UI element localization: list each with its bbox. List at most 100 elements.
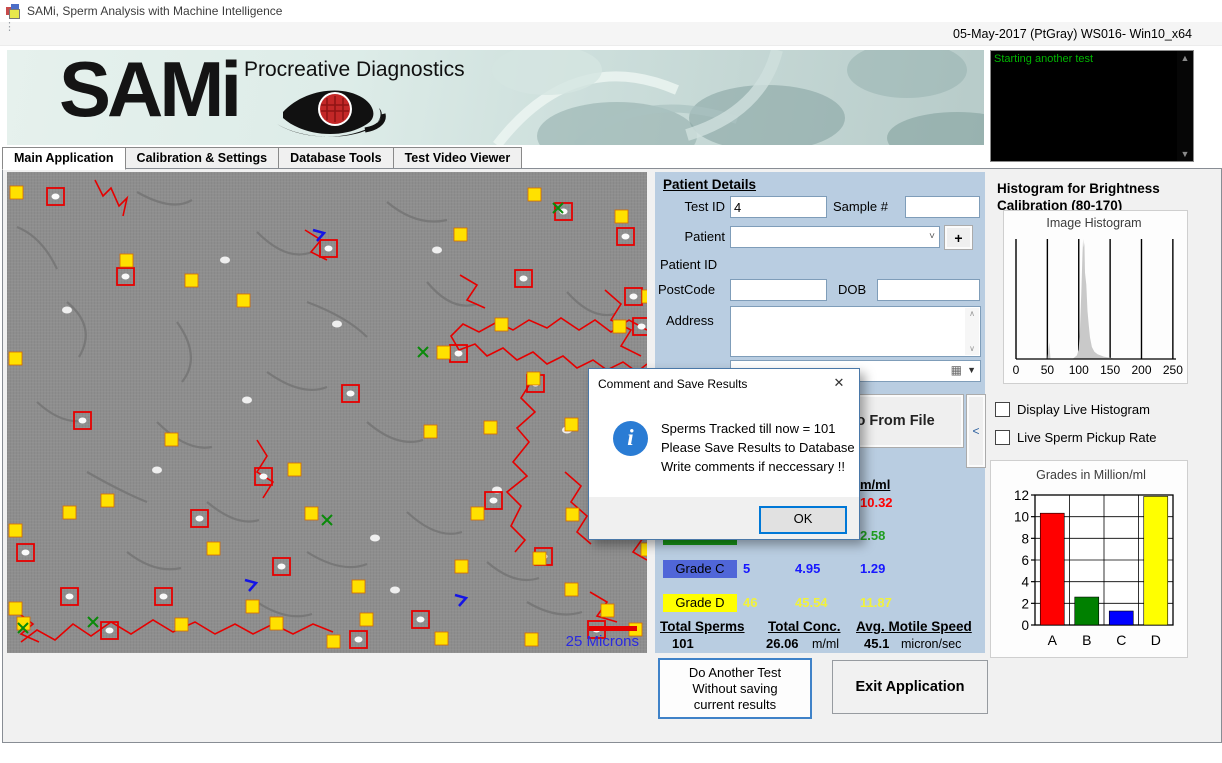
immotile-marker [305,507,318,520]
histogram-distribution [1016,239,1176,359]
display-live-histogram-row[interactable]: Display Live Histogram [995,402,1150,417]
brand-logo-text: SAMi [59,50,238,135]
add-patient-button[interactable]: + [944,225,973,250]
sample-input[interactable] [905,196,980,218]
sperm-tail [87,472,147,502]
console-scrollbar[interactable]: ▲ ▼ [1177,51,1193,161]
svg-text:Image Histogram: Image Histogram [1046,216,1141,230]
histogram-panel: Image Histogram050100150200250 [1003,210,1188,384]
immotile-marker [471,507,484,520]
logo-banner: SAMi Procreative Diagnostics [7,50,984,145]
button-line: current results [689,697,781,713]
sperm-head [220,257,230,264]
immotile-marker [9,524,22,537]
svg-text:200: 200 [1131,363,1151,377]
scale-bar [589,626,637,631]
sperm-head [490,498,498,504]
immotile-marker [207,542,220,555]
sperm-head [152,467,162,474]
sperm-tail [427,282,477,306]
address-textarea[interactable]: ∧ ∨ [730,306,981,357]
immotile-marker [533,552,546,565]
tab-database-tools[interactable]: Database Tools [279,147,393,169]
total-conc-value: 26.06 [766,636,799,651]
scroll-down-icon[interactable]: ∨ [965,343,979,355]
sperm-head [325,246,333,252]
sperm-head [417,617,425,623]
grade-bar-B [1075,597,1099,625]
scroll-up-icon[interactable]: ∧ [965,308,979,320]
dialog-title: Comment and Save Results [598,377,747,391]
sperm-head [520,276,528,282]
live-video-view: 25 Microns [7,172,647,653]
sperm-head [355,637,363,643]
sperm-head [278,564,286,570]
grade-row-cell: 1.29 [860,561,885,576]
immotile-marker [185,274,198,287]
total-conc-unit: m/ml [812,637,839,651]
immotile-marker [615,210,628,223]
do-another-test-button[interactable]: Do Another Test Without saving current r… [658,658,812,719]
sperm-tail [207,502,259,522]
test-id-input[interactable] [730,196,827,218]
grade-row-cell: 5 [743,561,750,576]
address-label: Address [666,313,714,328]
button-line: Do Another Test [689,665,781,681]
live-sperm-pickup-rate-row[interactable]: Live Sperm Pickup Rate [995,430,1156,445]
comment-save-dialog: Comment and Save Results ✕ i Sperms Trac… [588,368,860,540]
close-icon[interactable]: ✕ [819,369,859,397]
patient-label: Patient [660,229,725,244]
test-id-label: Test ID [655,199,725,214]
status-console[interactable]: Starting another test ▲ ▼ [990,50,1194,162]
ok-button[interactable]: OK [759,506,847,534]
svg-text:0: 0 [1013,363,1020,377]
tab-calibration-settings[interactable]: Calibration & Settings [126,147,280,169]
immotile-marker [352,580,365,593]
total-conc-label: Total Conc. [768,619,841,634]
immotile-marker [165,433,178,446]
immotile-marker [288,463,301,476]
avg-speed-label: Avg. Motile Speed [856,619,972,634]
checkbox-icon[interactable] [995,402,1010,417]
immotile-marker [9,602,22,615]
sperm-head [332,321,342,328]
calendar-icon[interactable]: ▦ [951,363,962,377]
scroll-down-icon[interactable]: ▼ [1177,147,1193,161]
checkbox-icon[interactable] [995,430,1010,445]
immotile-marker [455,560,468,573]
chevron-down-icon[interactable]: ˅ [929,231,935,242]
svg-text:10: 10 [1014,510,1029,525]
immotile-marker [565,583,578,596]
immotile-marker [525,633,538,646]
svg-text:Grades in Million/ml: Grades in Million/ml [1036,468,1146,482]
grade-bar-A [1040,513,1064,625]
sperm-tail [367,422,423,442]
avg-speed-value: 45.1 [864,636,889,651]
patient-details-title: Patient Details [663,177,756,192]
sperm-head [122,274,130,280]
sperm-tail [17,227,57,269]
scroll-up-icon[interactable]: ▲ [1177,51,1193,65]
patient-combobox[interactable]: ˅ [730,226,940,248]
grade-label: Grade D [663,594,737,612]
chevron-down-icon[interactable]: ▼ [967,365,976,375]
sperm-tail [567,292,615,315]
toolstrip-grip-icon[interactable]: ⋮ [4,25,15,30]
dob-input[interactable] [877,279,980,301]
exit-application-button[interactable]: Exit Application [832,660,988,714]
svg-text:150: 150 [1100,363,1120,377]
immotile-marker [613,320,626,333]
postcode-input[interactable] [730,279,827,301]
tab-test-video-viewer[interactable]: Test Video Viewer [394,147,523,169]
svg-text:B: B [1082,632,1091,648]
tab-main-application[interactable]: Main Application [2,147,126,170]
svg-text:0: 0 [1021,618,1029,633]
collapse-panel-button[interactable]: < [966,394,986,468]
immotile-marker [641,543,647,556]
sample-label: Sample # [833,199,888,214]
immotile-marker [120,254,133,267]
address-scrollbar[interactable]: ∧ ∨ [965,308,979,355]
app-window: SAMi, Sperm Analysis with Machine Intell… [0,0,1222,763]
sperm-tail [257,232,312,255]
immotile-marker [424,425,437,438]
